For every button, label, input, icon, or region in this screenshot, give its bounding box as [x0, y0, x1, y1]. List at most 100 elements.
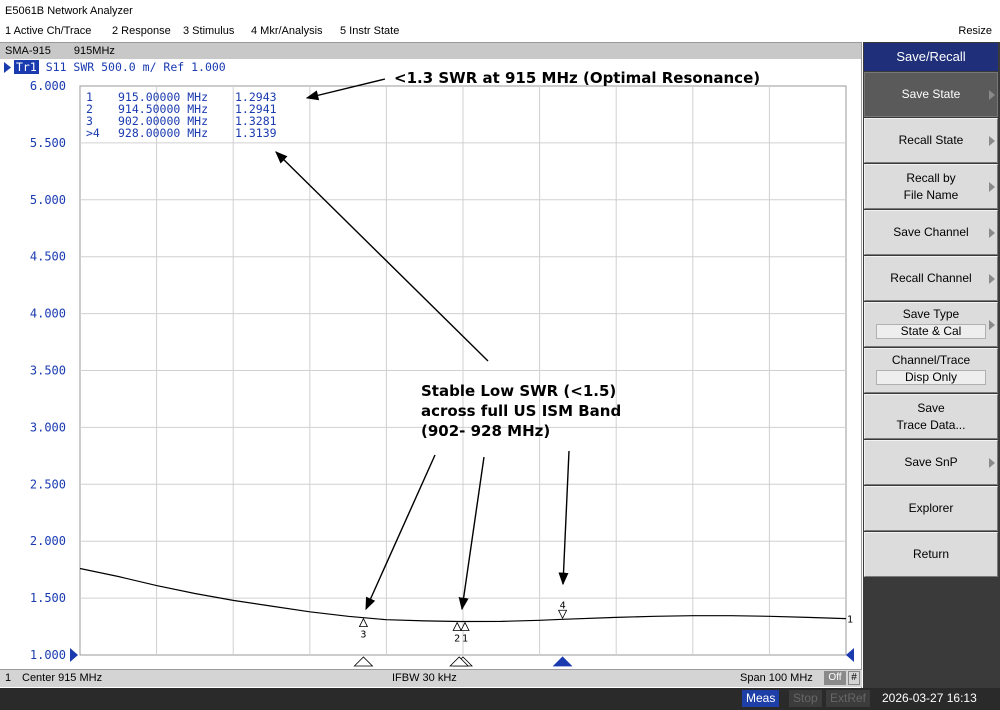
marker-3: 3 — [353, 617, 374, 667]
status-span[interactable]: Span 100 MHz — [740, 672, 813, 684]
marker-number-label: 3 — [360, 630, 366, 641]
softkey-menu-title: Save/Recall — [864, 43, 998, 71]
submenu-arrow-icon — [989, 135, 995, 146]
softkey-panel: Save/Recall Save State Recall State Reca… — [863, 42, 1000, 688]
menu-stimulus[interactable]: 3 Stimulus — [183, 25, 234, 37]
channel-status-bar: 1 Center 915 MHz IFBW 30 kHz Span 100 MH… — [0, 669, 862, 687]
instrument-status-bar: Meas Stop ExtRef 2026-03-27 16:13 — [0, 688, 1000, 710]
marker-axis-triangle-icon — [353, 656, 374, 667]
softkey-save-state[interactable]: Save State — [864, 72, 998, 117]
marker-4: 4 — [552, 600, 573, 667]
submenu-arrow-icon — [989, 319, 995, 330]
softkey-recall-channel[interactable]: Recall Channel — [864, 256, 998, 301]
softkey-save-channel[interactable]: Save Channel — [864, 210, 998, 255]
measurement-window[interactable]: 6.000 5.500 5.000 4.500 4.000 3.500 3.000 2.500… — [0, 42, 862, 690]
y-tick-label: 3.500 — [30, 364, 66, 378]
menu-mkr-analysis[interactable]: 4 Mkr/Analysis — [251, 25, 323, 37]
annotation-top: <1.3 SWR at 915 MHz (Optimal Resonance) — [394, 69, 760, 87]
softkey-recall-state[interactable]: Recall State — [864, 118, 998, 163]
softkey-save-snp[interactable]: Save SnP — [864, 440, 998, 485]
softkey-label: Channel/Trace — [891, 353, 971, 367]
channel-title-bar[interactable]: SMA-915 915MHz — [0, 43, 861, 59]
channel-trace-value: Disp Only — [876, 370, 986, 385]
softkey-label: Recall Channel — [890, 271, 972, 285]
marker-table: 1 915.00000 MHz 1.29432 914.50000 MHz 1.2941… — [86, 90, 277, 140]
annotations: <1.3 SWR at 915 MHz (Optimal Resonance) S… — [275, 69, 760, 611]
marker-table-value: 1.3139 — [235, 126, 277, 140]
annotation-arrow — [558, 450, 570, 586]
softkey-channel-trace[interactable]: Channel/Trace Disp Only — [864, 348, 998, 393]
softkey-recall-by-file-name[interactable]: Recall by File Name — [864, 164, 998, 209]
y-tick-label: 2.000 — [30, 534, 66, 548]
y-tick-label: 1.000 — [30, 648, 66, 662]
softkey-save-type[interactable]: Save Type State & Cal — [864, 302, 998, 347]
submenu-arrow-icon — [989, 181, 995, 192]
submenu-arrow-icon — [989, 457, 995, 468]
status-ifbw[interactable]: IFBW 30 kHz — [392, 672, 457, 684]
marker-table-freq: 928.00000 MHz — [118, 126, 208, 140]
y-tick-label: 4.500 — [30, 250, 66, 264]
swr-chart[interactable]: 6.000 5.500 5.000 4.500 4.000 3.500 3.000 2.500… — [0, 43, 862, 691]
channel-freq: 915MHz — [73, 45, 115, 57]
clock: 2026-03-27 16:13 — [882, 691, 977, 705]
trace-label[interactable]: Tr1 S11 SWR 500.0 m/ Ref 1.000 — [0, 60, 226, 76]
status-hash-indicator: # — [848, 671, 860, 685]
meas-indicator: Meas — [742, 690, 780, 707]
extref-indicator: ExtRef — [826, 690, 871, 707]
annotation-arrow — [458, 456, 485, 611]
marker-number-label: 2 — [454, 634, 460, 645]
channel-name: SMA-915 — [5, 45, 51, 57]
trace-flag-icon — [4, 62, 11, 73]
y-tick-label: 3.000 — [30, 420, 66, 434]
softkey-label: Explorer — [908, 501, 954, 515]
annotation-middle-line: (902- 928 MHz) — [421, 422, 550, 440]
annotation-arrow — [365, 454, 436, 611]
softkey-label: Save SnP — [904, 455, 958, 469]
marker-number-label: 1 — [462, 634, 468, 645]
annotation-arrow — [305, 78, 386, 101]
marker-triangle-up-icon — [452, 621, 462, 631]
softkey-return[interactable]: Return — [864, 532, 998, 577]
ref-level-right-icon — [846, 648, 854, 662]
trace-id: Tr1 — [14, 60, 39, 74]
menu-response[interactable]: 2 Response — [112, 25, 171, 37]
softkey-label: Recall State — [898, 133, 964, 147]
marker-table-num: >4 — [86, 126, 100, 140]
marker-table-row: >4 928.00000 MHz 1.3139 — [86, 126, 277, 140]
marker-triangle-up-icon — [460, 621, 470, 631]
marker-number-label: 4 — [560, 600, 566, 611]
marker-triangle-up-icon — [358, 617, 369, 628]
marker-triangle-down-icon — [557, 609, 568, 620]
menu-active-ch-trace[interactable]: 1 Active Ch/Trace — [5, 25, 91, 37]
marker-axis-triangle-icon — [552, 656, 573, 667]
softkey-label: Trace Data... — [896, 418, 966, 432]
softkey-label: Save Channel — [893, 225, 969, 239]
softkey-label: Return — [912, 547, 950, 561]
resize-button[interactable]: Resize — [958, 25, 992, 37]
trace-end-label: 1 — [847, 615, 853, 626]
y-tick-label: 4.000 — [30, 307, 66, 321]
menu-instr-state[interactable]: 5 Instr State — [340, 25, 399, 37]
save-type-value: State & Cal — [876, 324, 986, 339]
annotation-middle-line: Stable Low SWR (<1.5) — [421, 382, 616, 400]
stop-indicator: Stop — [789, 690, 822, 707]
status-power-off[interactable]: Off — [824, 671, 846, 685]
softkey-label: Recall by — [906, 171, 956, 185]
y-tick-label: 5.500 — [30, 136, 66, 150]
y-tick-label: 1.500 — [30, 591, 66, 605]
y-tick-label: 5.000 — [30, 193, 66, 207]
status-center[interactable]: Center 915 MHz — [22, 672, 102, 684]
ref-level-left-icon — [70, 648, 78, 662]
annotation-middle-line: across full US ISM Band — [421, 402, 621, 420]
softkey-label: Save Type — [902, 307, 960, 321]
submenu-arrow-icon — [989, 227, 995, 238]
softkey-explorer[interactable]: Explorer — [864, 486, 998, 531]
submenu-arrow-icon — [989, 89, 995, 100]
softkey-label: File Name — [903, 188, 959, 202]
softkey-label: Save — [917, 401, 945, 415]
y-tick-label: 2.500 — [30, 477, 66, 491]
softkey-save-trace-data[interactable]: Save Trace Data... — [864, 394, 998, 439]
status-channel-number: 1 — [5, 672, 12, 684]
window-title: E5061B Network Analyzer — [0, 0, 1000, 22]
y-tick-label: 6.000 — [30, 79, 66, 93]
